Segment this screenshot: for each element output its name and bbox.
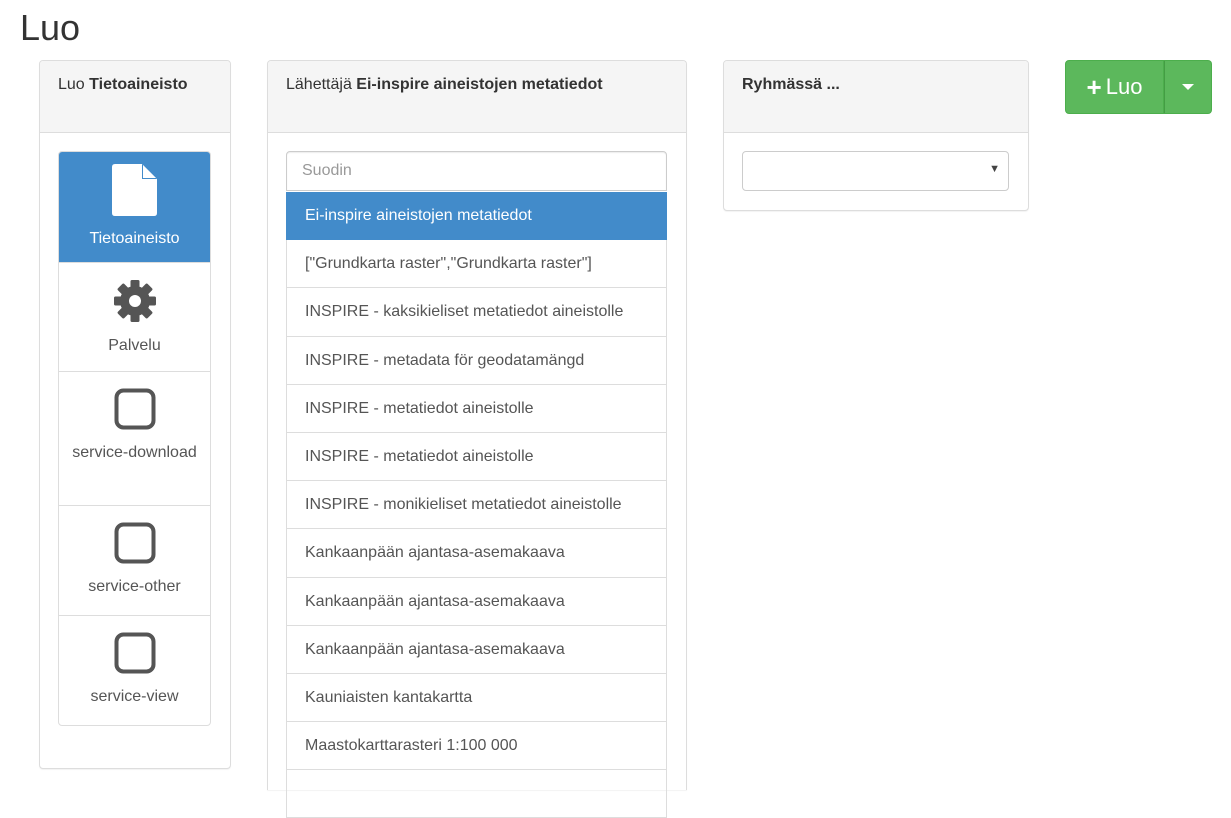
type-item-palvelu[interactable]: Palvelu (59, 263, 210, 372)
template-item[interactable]: Kankaanpään ajantasa-asemakaava (286, 625, 667, 674)
create-button-group: + Luo (1065, 60, 1212, 114)
create-button[interactable]: + Luo (1065, 60, 1164, 114)
template-list: Ei-inspire aineistojen metatiedot ["Grund… (286, 192, 667, 818)
create-button-label: Luo (1105, 74, 1143, 99)
square-icon (59, 522, 210, 571)
template-item[interactable]: INSPIRE - monikieliset metatiedot aineis… (286, 481, 667, 530)
gear-icon (59, 279, 210, 330)
plus-icon: + (1086, 72, 1102, 102)
type-panel-heading-prefix: Luo (58, 76, 85, 93)
type-item-label: service-view (90, 688, 179, 705)
type-item-service-other[interactable]: service-other (59, 506, 210, 616)
template-item[interactable]: Ei-inspire aineistojen metatiedot (286, 192, 667, 241)
type-item-tietoaineisto[interactable]: Tietoaineisto (59, 152, 210, 263)
type-item-service-download[interactable]: service-download (59, 372, 210, 506)
template-item[interactable]: ["Grundkarta raster","Grundkarta raster"… (286, 240, 667, 289)
template-item[interactable]: Maastokarttarasteri 1:100 000 (286, 722, 667, 771)
create-dropdown-toggle[interactable] (1164, 60, 1212, 114)
template-panel: Lähettäjä Ei-inspire aineistojen metatie… (267, 60, 687, 818)
template-item[interactable]: INSPIRE - metatiedot aineistolle (286, 432, 667, 482)
type-item-service-view[interactable]: service-view (59, 616, 210, 725)
template-item[interactable]: INSPIRE - kaksikieliset metatiedot ainei… (286, 288, 667, 337)
type-item-label: service-other (88, 578, 181, 595)
template-item[interactable]: Kankaanpään ajantasa-asemakaava (286, 529, 667, 578)
template-item[interactable] (286, 770, 667, 818)
square-icon (59, 388, 210, 437)
caret-down-icon: ▼ (989, 163, 1000, 175)
type-item-label: Palvelu (108, 337, 161, 354)
type-list: Tietoaineisto Palvelu service-download s… (58, 151, 211, 726)
template-item[interactable]: INSPIRE - metatiedot aineistolle (286, 384, 667, 433)
file-icon (59, 164, 210, 223)
type-item-label: service-download (72, 444, 197, 461)
type-panel-heading: Luo Tietoaineisto (40, 61, 230, 133)
caret-down-icon (1182, 84, 1194, 90)
template-panel-heading: Lähettäjä Ei-inspire aineistojen metatie… (268, 61, 686, 133)
template-panel-heading-prefix: Lähettäjä (286, 76, 352, 93)
filter-input[interactable] (286, 151, 667, 191)
square-icon (59, 632, 210, 681)
type-panel: Luo Tietoaineisto Tietoaineisto Palvelu … (39, 60, 231, 769)
page-title: Luo (20, 7, 81, 48)
group-panel-heading-label: Ryhmässä ... (742, 76, 840, 93)
group-panel: Ryhmässä ... ▼ (723, 60, 1029, 211)
type-panel-heading-selected: Tietoaineisto (89, 76, 188, 93)
template-item[interactable]: Kankaanpään ajantasa-asemakaava (286, 577, 667, 626)
template-panel-heading-selected: Ei-inspire aineistojen metatiedot (356, 76, 603, 93)
template-item[interactable]: INSPIRE - metadata för geodatamängd (286, 336, 667, 385)
template-item[interactable]: Kauniaisten kantakartta (286, 673, 667, 723)
group-select[interactable]: ▼ (742, 151, 1009, 191)
group-panel-heading: Ryhmässä ... (724, 61, 1028, 133)
type-item-label: Tietoaineisto (89, 230, 180, 247)
